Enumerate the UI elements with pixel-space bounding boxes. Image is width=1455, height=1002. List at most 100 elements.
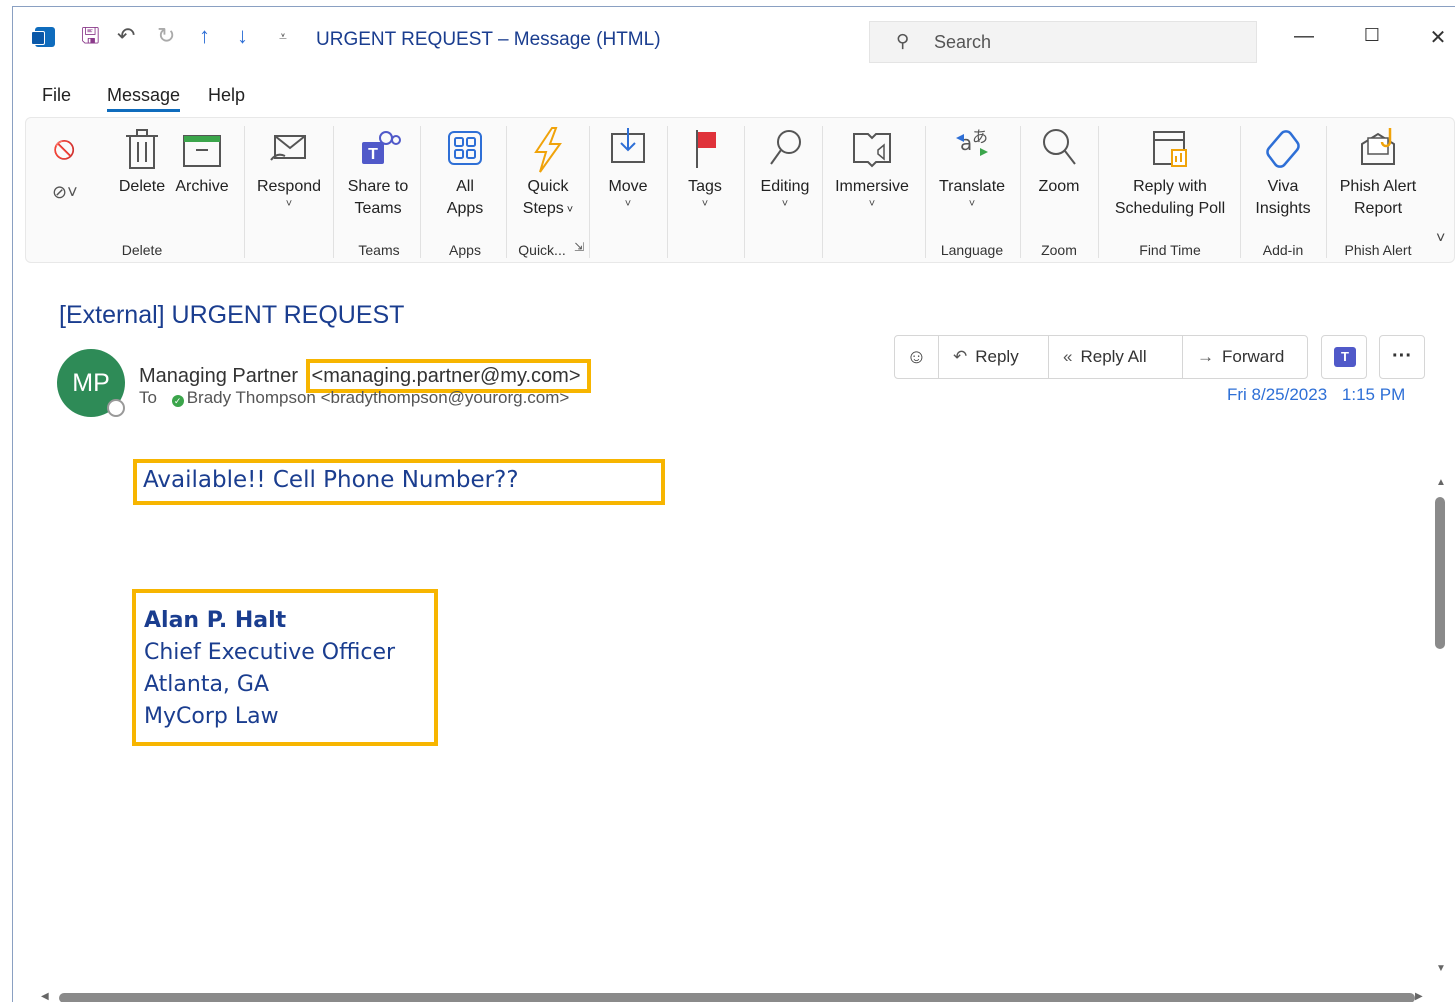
customize-toolbar-icon[interactable]: ⩡ [279, 23, 287, 49]
reply-poll-label-1: Reply with [1133, 178, 1207, 195]
scroll-up-arrow-icon[interactable]: ▲ [1436, 477, 1446, 488]
group-label-teams: Teams [358, 242, 400, 258]
phish-alert-report-button[interactable]: Phish Alert Report [1332, 124, 1424, 220]
phish-label-1: Phish Alert [1339, 178, 1417, 195]
teams-icon: T [1334, 347, 1356, 367]
translate-icon: a あ [956, 127, 988, 156]
undo-icon[interactable]: ↶ [117, 23, 135, 49]
move-button[interactable]: Move ˅ [596, 124, 660, 210]
next-item-icon[interactable]: ↓ [237, 23, 248, 49]
archive-label: Archive [175, 178, 229, 195]
ribbon-separator [420, 126, 421, 258]
title-bar: 🖫 ↶ ↻ ↑ ↓ ⩡ URGENT REQUEST – Message (HT… [13, 7, 1455, 73]
editing-button[interactable]: Editing ˅ [750, 124, 820, 210]
svg-text:T: T [368, 146, 378, 163]
message-subject: [External] URGENT REQUEST [59, 301, 405, 329]
dialog-launcher-icon[interactable]: ⇲ [574, 240, 584, 254]
message-body-line: Available!! Cell Phone Number?? [133, 459, 665, 505]
maximize-icon[interactable]: ☐ [1357, 25, 1387, 46]
svg-text:a: a [960, 131, 972, 155]
respond-label: Respond [256, 178, 322, 195]
trash-icon [126, 129, 158, 169]
all-apps-button[interactable]: All Apps [430, 124, 500, 220]
ribbon-separator [1020, 126, 1021, 258]
signature-company: MyCorp Law [144, 704, 279, 729]
reply-icon: ↶ [953, 347, 968, 366]
group-label-quick: Quick... [518, 242, 566, 258]
forward-button[interactable]: → Forward [1183, 336, 1309, 378]
share-to-teams-button[interactable]: T Share to Teams [340, 124, 416, 220]
previous-item-icon[interactable]: ↑ [199, 23, 210, 49]
tab-message[interactable]: Message [107, 85, 181, 112]
reply-with-scheduling-poll-button[interactable]: Reply with Scheduling Poll [1104, 124, 1236, 220]
ribbon-separator [244, 126, 245, 258]
magnifier-icon [770, 130, 801, 165]
group-label-phish-alert: Phish Alert [1344, 242, 1412, 258]
quick-steps-label-1: Quick [527, 178, 569, 195]
respond-button[interactable]: Respond ˅ [252, 124, 326, 210]
ignore-icon[interactable]: 🚫 [53, 140, 75, 161]
phish-label-2: Report [1353, 200, 1403, 217]
all-apps-label-1: All [456, 178, 474, 195]
ribbon-separator [589, 126, 590, 258]
reaction-button[interactable]: ☺ [895, 336, 939, 378]
archive-button[interactable]: Archive [172, 124, 232, 198]
ribbon-expand-chevron-icon[interactable]: ˅ [1436, 230, 1445, 248]
chevron-down-icon: ˅ [701, 198, 709, 210]
move-folder-icon [611, 128, 645, 163]
block-sender-icon[interactable]: ⊘˅ [52, 182, 78, 203]
quick-steps-label-2: Steps [522, 200, 564, 217]
search-input[interactable] [934, 29, 1234, 55]
reply-poll-label-2: Scheduling Poll [1114, 200, 1226, 217]
editing-label: Editing [760, 178, 810, 195]
zoom-button[interactable]: Zoom [1026, 124, 1092, 198]
horizontal-scrollbar-thumb[interactable] [59, 993, 1415, 1002]
vertical-scrollbar-thumb[interactable] [1435, 497, 1445, 649]
tags-label: Tags [688, 178, 722, 195]
immersive-reader-icon [853, 133, 891, 168]
zoom-icon [1043, 129, 1076, 165]
tags-button[interactable]: Tags ˅ [676, 124, 734, 210]
translate-button[interactable]: a あ Translate ˅ [932, 124, 1012, 210]
chevron-down-icon: ˅ [868, 198, 876, 210]
menu-tabs: File Message Help [13, 81, 1455, 117]
viva-insights-button[interactable]: Viva Insights [1246, 124, 1320, 220]
close-icon[interactable]: ✕ [1423, 25, 1453, 50]
recipient[interactable]: Brady Thompson <bradythompson@yourorg.co… [187, 388, 570, 407]
search-box[interactable]: ⚲ [869, 21, 1257, 63]
viva-label-2: Insights [1255, 200, 1311, 217]
reply-all-button[interactable]: « Reply All [1049, 336, 1183, 378]
scroll-right-arrow-icon[interactable]: ▶ [1415, 991, 1423, 1002]
message-actions: ☺ ↶ Reply « Reply All → Forward [894, 335, 1308, 379]
message-date: Fri 8/25/2023 [1227, 385, 1328, 404]
reply-all-label: Reply All [1080, 347, 1147, 366]
scroll-left-arrow-icon[interactable]: ◀ [41, 991, 49, 1002]
viva-insights-icon [1266, 130, 1300, 168]
chevron-down-icon: ˅ [624, 198, 632, 210]
flag-icon [696, 130, 716, 168]
group-label-zoom: Zoom [1041, 242, 1077, 258]
tab-help[interactable]: Help [208, 85, 245, 106]
reply-all-icon: « [1063, 347, 1073, 366]
tab-file[interactable]: File [42, 85, 71, 106]
minimize-icon[interactable]: — [1289, 25, 1319, 48]
outlook-app-icon [31, 27, 55, 47]
quick-steps-button[interactable]: Quick Steps ˅ [512, 124, 584, 221]
reply-button[interactable]: ↶ Reply [939, 336, 1049, 378]
ribbon-separator [1240, 126, 1241, 258]
teams-chat-button[interactable]: T [1321, 335, 1367, 379]
sender-name[interactable]: Managing Partner [139, 365, 298, 387]
ribbon-separator [506, 126, 507, 258]
smiley-icon: ☺ [906, 346, 927, 368]
delete-button[interactable]: Delete [104, 124, 180, 198]
immersive-reader-button[interactable]: Immersive ˅ [828, 124, 916, 210]
group-label-find-time: Find Time [1139, 242, 1201, 258]
scroll-down-arrow-icon[interactable]: ▼ [1436, 963, 1446, 974]
ribbon-separator [744, 126, 745, 258]
viva-label-1: Viva [1267, 178, 1299, 195]
save-icon[interactable]: 🖫 [81, 23, 100, 49]
chevron-down-icon: ˅ [968, 198, 976, 210]
ribbon: 🚫 ⊘˅ Delete Archive Delete Respond ˅ T S… [25, 117, 1455, 263]
more-actions-button[interactable]: ··· [1379, 335, 1425, 379]
redo-icon[interactable]: ↻ [157, 23, 175, 49]
